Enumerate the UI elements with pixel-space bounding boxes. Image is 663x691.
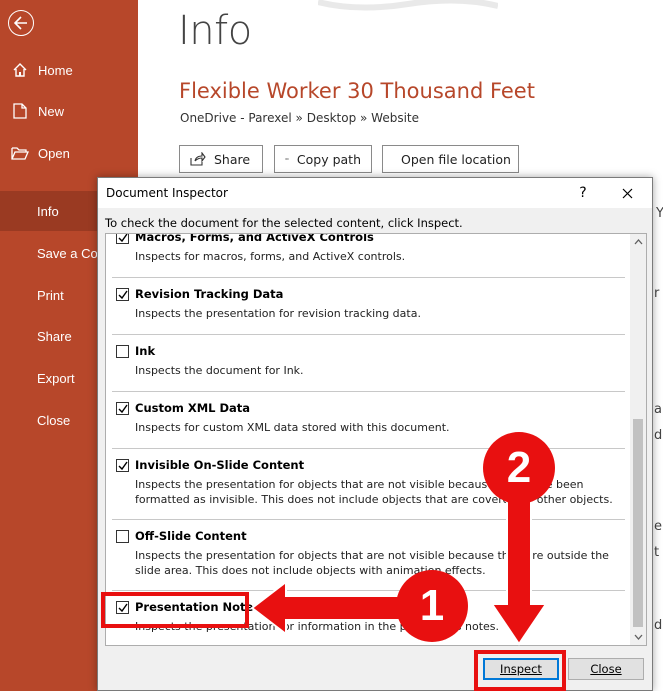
item-description: Inspects the presentation for objects th… bbox=[135, 478, 613, 506]
background-fragment: t bbox=[654, 545, 660, 560]
checkbox-custom-xml[interactable] bbox=[116, 402, 129, 415]
item-title: Off-Slide Content bbox=[135, 529, 247, 543]
inspect-options-list[interactable]: Macros, Forms, and ActiveX Controls Insp… bbox=[105, 233, 647, 646]
close-button-label: Close bbox=[590, 662, 622, 676]
inspect-button[interactable]: Inspect bbox=[483, 658, 559, 680]
item-description: Inspects for macros, forms, and ActiveX … bbox=[135, 250, 406, 263]
item-description: Inspects the presentation for informatio… bbox=[135, 620, 499, 633]
background-fragment: Y bbox=[656, 206, 663, 221]
open-file-location-button-label: Open file location bbox=[401, 151, 511, 167]
back-button[interactable] bbox=[8, 10, 34, 36]
nav-print-label: Print bbox=[37, 287, 64, 303]
share-button[interactable]: Share bbox=[179, 145, 263, 173]
nav-new[interactable]: New bbox=[0, 91, 138, 131]
scroll-thumb[interactable] bbox=[633, 419, 643, 627]
background-fragment: r bbox=[654, 286, 660, 301]
new-document-icon bbox=[10, 101, 30, 121]
home-icon bbox=[10, 60, 30, 80]
nav-home-label: Home bbox=[38, 62, 73, 78]
open-file-location-button[interactable]: Open file location bbox=[382, 145, 519, 173]
document-title: Flexible Worker 30 Thousand Feet bbox=[179, 79, 535, 103]
back-arrow-icon bbox=[14, 16, 27, 30]
inspect-item-custom-xml: Custom XML Data Inspects for custom XML … bbox=[112, 392, 625, 449]
item-title: Custom XML Data bbox=[135, 401, 251, 415]
scroll-up-button[interactable] bbox=[630, 234, 646, 250]
close-button[interactable]: Close bbox=[568, 658, 644, 680]
dialog-titlebar: Document Inspector ? bbox=[98, 178, 652, 208]
document-inspector-dialog: Document Inspector ? To check the docume… bbox=[97, 177, 653, 691]
dialog-close-button[interactable] bbox=[614, 182, 640, 204]
inspect-item-presentation-notes: Presentation Notes Inspects the presenta… bbox=[112, 591, 625, 645]
item-title: Revision Tracking Data bbox=[135, 287, 284, 301]
inspect-item-revision-tracking: Revision Tracking Data Inspects the pres… bbox=[112, 278, 625, 335]
checkmark-icon bbox=[118, 603, 128, 613]
item-description: Inspects for custom XML data stored with… bbox=[135, 421, 450, 434]
inspect-item-macros: Macros, Forms, and ActiveX Controls Insp… bbox=[112, 233, 625, 278]
item-title: Macros, Forms, and ActiveX Controls bbox=[135, 233, 374, 244]
checkbox-off-slide-content[interactable] bbox=[116, 530, 129, 543]
scroll-down-button[interactable] bbox=[630, 629, 646, 645]
nav-export-label: Export bbox=[37, 370, 75, 386]
item-description: Inspects the presentation for revision t… bbox=[135, 307, 421, 320]
nav-close-label: Close bbox=[37, 412, 71, 428]
link-icon bbox=[285, 158, 289, 160]
nav-info-label: Info bbox=[37, 203, 59, 219]
nav-open[interactable]: Open bbox=[0, 133, 138, 173]
checkbox-ink[interactable] bbox=[116, 345, 129, 358]
share-button-label: Share bbox=[214, 151, 251, 167]
share-icon bbox=[190, 152, 206, 166]
chevron-up-icon bbox=[634, 239, 642, 245]
inspect-button-label: Inspect bbox=[500, 662, 542, 676]
inspect-item-off-slide-content: Off-Slide Content Inspects the presentat… bbox=[112, 520, 625, 591]
background-fragment: d bbox=[654, 618, 663, 633]
page-title: Info bbox=[178, 8, 252, 54]
background-fragment: d bbox=[654, 428, 663, 443]
nav-open-label: Open bbox=[38, 145, 70, 161]
dialog-instruction: To check the document for the selected c… bbox=[105, 216, 463, 230]
checkmark-icon bbox=[118, 461, 128, 471]
inspect-item-invisible-content: Invisible On-Slide Content Inspects the … bbox=[112, 449, 625, 520]
item-title: Invisible On-Slide Content bbox=[135, 458, 305, 472]
copy-path-button-label: Copy path bbox=[296, 151, 361, 167]
list-scrollbar[interactable] bbox=[630, 234, 646, 645]
dialog-title: Document Inspector bbox=[106, 186, 228, 200]
checkbox-revision-tracking[interactable] bbox=[116, 288, 129, 301]
copy-path-button[interactable]: Copy path bbox=[274, 145, 372, 173]
checkbox-presentation-notes[interactable] bbox=[116, 601, 129, 614]
close-icon bbox=[622, 188, 632, 198]
checkbox-macros[interactable] bbox=[116, 234, 129, 244]
nav-new-label: New bbox=[38, 103, 65, 119]
item-description: Inspects the document for Ink. bbox=[135, 364, 304, 377]
document-path[interactable]: OneDrive - Parexel » Desktop » Website bbox=[180, 111, 419, 125]
item-title: Presentation Notes bbox=[135, 600, 261, 614]
item-title: Ink bbox=[135, 344, 156, 358]
checkmark-icon bbox=[118, 234, 128, 243]
background-fragment: e bbox=[654, 519, 662, 534]
header-decoration bbox=[318, 0, 498, 11]
chevron-down-icon bbox=[634, 634, 642, 640]
checkbox-invisible-content[interactable] bbox=[116, 459, 129, 472]
folder-open-icon bbox=[10, 143, 30, 163]
background-fragment: a bbox=[654, 402, 662, 417]
inspect-item-ink: Ink Inspects the document for Ink. bbox=[112, 335, 625, 392]
checkmark-icon bbox=[118, 404, 128, 414]
nav-share-label: Share bbox=[37, 328, 72, 344]
item-description: Inspects the presentation for objects th… bbox=[135, 549, 609, 577]
checkmark-icon bbox=[118, 290, 128, 300]
help-button[interactable]: ? bbox=[572, 182, 594, 204]
nav-home[interactable]: Home bbox=[0, 50, 138, 90]
